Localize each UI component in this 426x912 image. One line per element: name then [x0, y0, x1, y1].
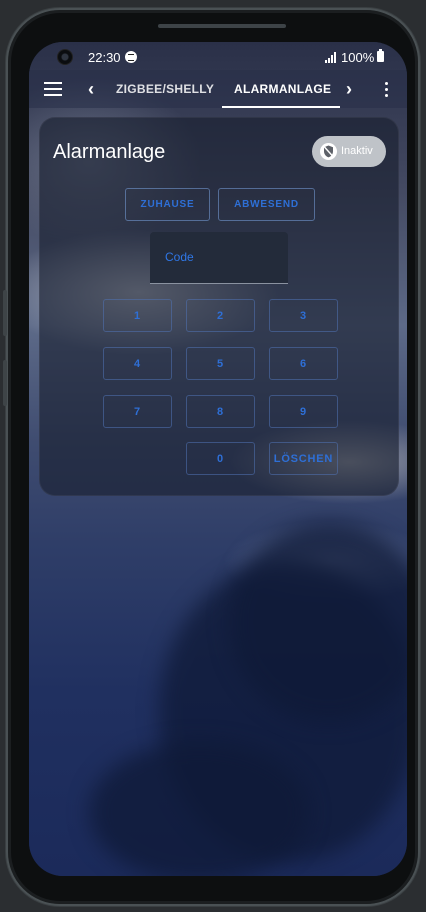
clear-button[interactable]: LÖSCHEN — [269, 442, 338, 475]
card-title: Alarmanlage — [53, 141, 166, 163]
alarm-state-label: Inaktiv — [341, 145, 373, 157]
keypad-key-8[interactable]: 8 — [186, 395, 255, 428]
status-time: 22:30 — [88, 50, 121, 65]
chevron-right-icon[interactable]: › — [341, 80, 357, 98]
spotify-icon — [125, 51, 137, 63]
signal-icon — [325, 52, 337, 63]
code-label: Code — [165, 250, 194, 264]
arm-away-button[interactable]: ABWESEND — [218, 188, 315, 221]
alarm-panel-card: Alarmanlage Inaktiv ZUHAUSE ABWESEND Cod… — [39, 117, 399, 496]
menu-icon[interactable] — [44, 82, 64, 96]
keypad-key-0[interactable]: 0 — [186, 442, 255, 475]
tab-zigbee-shelly[interactable]: ZIGBEE/SHELLY — [116, 82, 214, 96]
keypad-key-9[interactable]: 9 — [269, 395, 338, 428]
volume-button — [3, 290, 7, 336]
active-tab-indicator — [222, 106, 340, 108]
keypad-key-1[interactable]: 1 — [103, 299, 172, 332]
alarm-state-badge[interactable]: Inaktiv — [312, 136, 386, 167]
status-bar: 22:30 100% — [29, 42, 407, 70]
phone-frame: 22:30 100% ‹ ZIGBEE/SHELLY ALARMANLAGE › — [6, 8, 420, 906]
volume-button — [3, 360, 7, 406]
keypad-key-5[interactable]: 5 — [186, 347, 255, 380]
background-tree — [89, 742, 309, 876]
keypad-key-3[interactable]: 3 — [269, 299, 338, 332]
shield-off-icon — [320, 143, 337, 160]
screen: 22:30 100% ‹ ZIGBEE/SHELLY ALARMANLAGE › — [29, 42, 407, 876]
more-options-icon[interactable] — [385, 82, 389, 98]
keypad-key-6[interactable]: 6 — [269, 347, 338, 380]
battery-icon — [377, 49, 384, 62]
app-toolbar: ‹ ZIGBEE/SHELLY ALARMANLAGE › — [29, 70, 407, 108]
arm-home-button[interactable]: ZUHAUSE — [125, 188, 210, 221]
code-input[interactable]: Code — [150, 232, 288, 284]
keypad-key-7[interactable]: 7 — [103, 395, 172, 428]
battery-level: 100% — [341, 50, 375, 65]
keypad-key-4[interactable]: 4 — [103, 347, 172, 380]
camera-cutout — [57, 49, 73, 65]
chevron-left-icon[interactable]: ‹ — [83, 80, 99, 98]
keypad-key-2[interactable]: 2 — [186, 299, 255, 332]
speaker-grille — [158, 24, 286, 28]
tab-alarmanlage[interactable]: ALARMANLAGE — [234, 82, 331, 96]
